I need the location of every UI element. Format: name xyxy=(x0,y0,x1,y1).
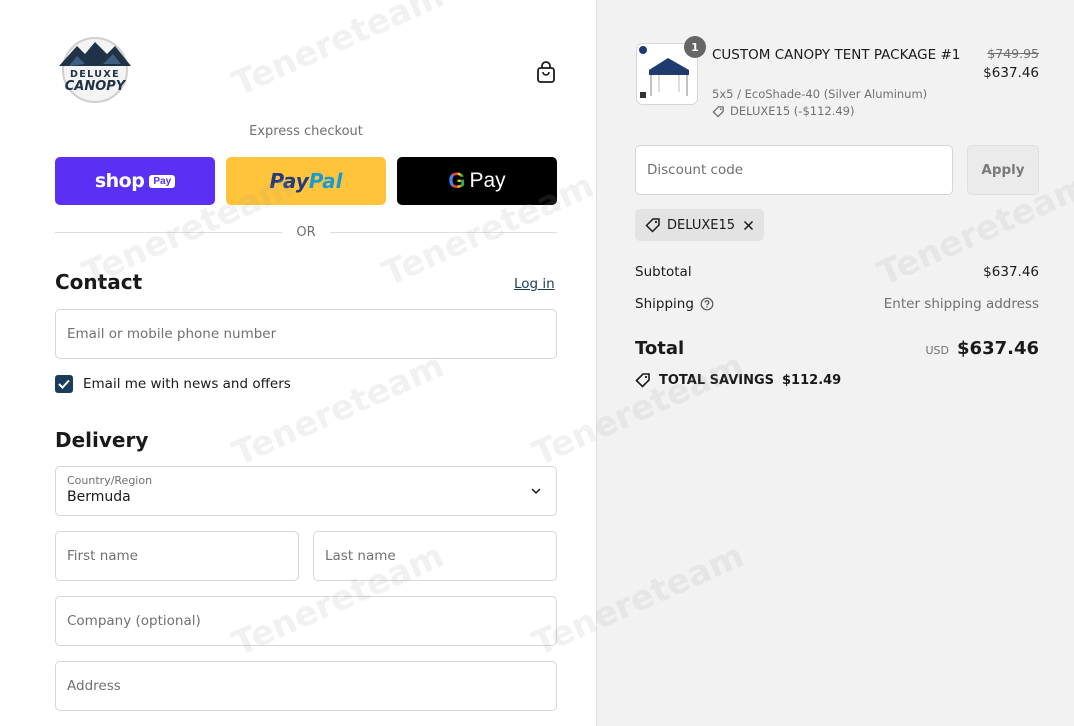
original-price: $749.95 xyxy=(987,46,1039,61)
or-divider: OR xyxy=(55,224,558,240)
newsletter-row: Email me with news and offers xyxy=(55,375,291,393)
subtotal-label: Subtotal xyxy=(635,264,692,280)
paypal-wordmark: PayPal xyxy=(269,169,343,193)
google-pay-label: Pay xyxy=(469,169,506,192)
svg-text:CANOPY: CANOPY xyxy=(65,79,127,94)
shop-pay-pill: Pay xyxy=(149,174,176,188)
total-savings-label: TOTAL SAVINGS xyxy=(659,372,775,388)
tag-icon xyxy=(645,218,660,233)
discount-code-input[interactable] xyxy=(647,162,941,178)
shop-pay-button[interactable]: shop Pay xyxy=(55,157,215,205)
express-checkout-label: Express checkout xyxy=(249,124,363,139)
newsletter-checkbox[interactable] xyxy=(55,375,73,393)
product-discount-label: DELUXE15 (-$112.49) xyxy=(730,104,855,118)
shipping-label: Shipping xyxy=(635,296,694,312)
country-select[interactable]: Country/Region Bermuda xyxy=(55,466,557,516)
newsletter-label: Email me with news and offers xyxy=(83,376,291,392)
product-discount: DELUXE15 (-$112.49) xyxy=(712,104,854,118)
item-price: $637.46 xyxy=(983,65,1039,81)
google-pay-button[interactable]: G Pay xyxy=(397,157,557,205)
shipping-value: Enter shipping address xyxy=(883,296,1039,312)
deluxe-canopy-logo[interactable]: DELUXE CANOPY xyxy=(55,36,135,104)
total-savings-value: $112.49 xyxy=(782,372,842,388)
shipping-row: Shipping Enter shipping address xyxy=(635,296,1039,312)
address-wrapper xyxy=(55,661,557,711)
contact-heading: Contact xyxy=(55,270,143,294)
delivery-heading: Delivery xyxy=(55,428,149,452)
help-circle-icon[interactable] xyxy=(700,297,714,311)
last-name-field[interactable] xyxy=(325,548,545,564)
total-value: $637.46 xyxy=(957,338,1039,359)
shopping-bag-icon[interactable] xyxy=(535,60,557,84)
company-field[interactable] xyxy=(67,613,545,629)
log-in-link[interactable]: Log in xyxy=(514,276,555,292)
total-savings-row: TOTAL SAVINGS $112.49 xyxy=(635,372,841,388)
first-name-wrapper xyxy=(55,531,299,581)
apply-discount-button[interactable]: Apply xyxy=(967,145,1039,195)
country-value: Bermuda xyxy=(67,489,131,505)
address-field[interactable] xyxy=(67,678,545,694)
total-label: Total xyxy=(635,338,685,359)
chevron-down-icon xyxy=(531,488,541,495)
country-label: Country/Region xyxy=(67,474,153,487)
applied-discount-chip: DELUXE15 xyxy=(635,209,764,241)
google-g-icon: G xyxy=(448,168,466,193)
product-title: CUSTOM CANOPY TENT PACKAGE #1 xyxy=(712,47,961,63)
paypal-button[interactable]: PayPal xyxy=(226,157,386,205)
tag-icon xyxy=(712,105,724,118)
company-wrapper xyxy=(55,596,557,646)
checkmark-icon xyxy=(58,379,70,389)
subtotal-row: Subtotal $637.46 xyxy=(635,264,1039,280)
applied-code: DELUXE15 xyxy=(667,217,735,233)
first-name-field[interactable] xyxy=(67,548,287,564)
product-variant: 5x5 / EcoShade-40 (Silver Aluminum) xyxy=(712,87,928,101)
tag-icon xyxy=(635,373,650,388)
email-field[interactable] xyxy=(67,326,545,342)
subtotal-value: $637.46 xyxy=(983,264,1039,280)
checkout-form-panel: DELUXE CANOPY Express checkout shop Pay … xyxy=(0,0,596,726)
remove-discount-icon[interactable] xyxy=(743,220,754,231)
last-name-wrapper xyxy=(313,531,557,581)
total-row: Total USD $637.46 xyxy=(635,338,1039,359)
or-label: OR xyxy=(296,224,316,240)
currency-code: USD xyxy=(925,344,950,357)
email-field-wrapper xyxy=(55,309,557,359)
quantity-badge: 1 xyxy=(684,36,706,58)
discount-code-wrapper xyxy=(635,145,953,195)
shop-pay-wordmark: shop xyxy=(94,170,145,192)
